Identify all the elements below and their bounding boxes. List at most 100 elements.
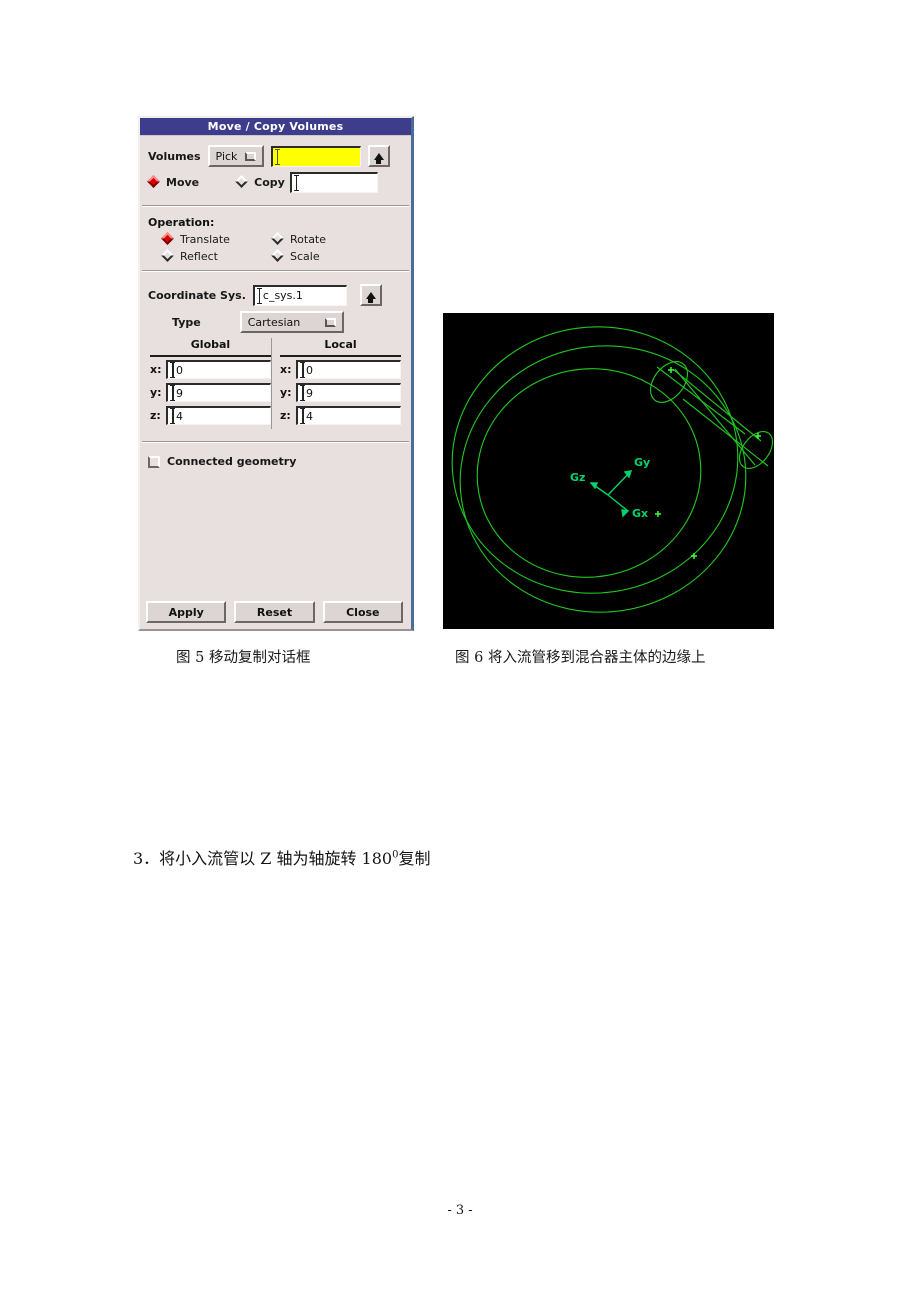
connected-geometry-label: Connected geometry [167,455,297,468]
volumes-row: Volumes Pick [148,145,403,167]
local-column: Local x: 0 y: 9 z: 4 [271,338,401,429]
divider [142,441,409,443]
figure-5-caption: 图 5 移动复制对话框 [176,650,311,666]
copy-count-input[interactable] [289,172,378,193]
reset-button[interactable]: Reset [234,601,315,623]
inflow-pipe [649,361,774,469]
vertex-marker [668,367,674,373]
global-x-value: 0 [176,363,183,377]
close-button-label: Close [346,605,380,619]
global-x-input[interactable]: 0 [166,360,271,379]
global-z-label: z: [150,409,161,422]
global-y-value: 9 [176,386,183,400]
coordinate-sys-label: Coordinate Sys. [148,288,246,302]
text-caret-icon [256,287,262,304]
axis-label-gx: Gx [632,507,648,520]
document-page: Move / Copy Volumes Volumes Pick Move Co… [0,0,920,1302]
operation-radio-translate[interactable]: Translate [161,232,248,246]
move-radio[interactable]: Move [147,175,200,189]
body-step-prefix: 3．将小入流管以 Z 轴为轴旋转 180 [133,849,393,868]
volumes-section: Volumes Pick Move Copy [140,136,411,202]
operation-radio-scale[interactable]: Scale [271,249,320,263]
copy-radio-diamond-icon [235,175,249,189]
global-y-input[interactable]: 9 [166,383,271,402]
type-option-button[interactable]: Cartesian [239,311,344,333]
global-y-label: y: [150,386,162,399]
copy-radio[interactable]: Copy [235,175,285,189]
local-x-label: x: [280,363,292,376]
translate-radio-diamond-icon [161,232,175,246]
divider [142,205,409,207]
type-label: Type [172,315,201,329]
global-column: Global x: 0 y: 9 z: 4 [150,338,271,429]
coordinate-table: Global x: 0 y: 9 z: 4 Local x: 0 y: 9 z:… [148,338,403,429]
local-z-value: 4 [306,409,313,423]
text-caret-icon [300,408,305,424]
type-option-label: Cartesian [247,315,301,329]
operation-title: Operation: [148,216,215,229]
pipe-silhouette-b [674,368,756,466]
option-menu-indicator-icon [324,317,336,327]
column-rule [150,355,271,357]
reflect-radio-diamond-icon [161,249,175,263]
connected-geometry-row[interactable]: Connected geometry [148,455,403,468]
local-z-label: z: [280,409,291,422]
operation-label-translate: Translate [180,233,230,246]
local-x-row: x: 0 [280,360,401,379]
page-number: - 3 - [447,1203,473,1218]
text-caret-icon [170,408,175,424]
axis-gx-arrowhead [621,509,630,518]
operation-radio-rotate[interactable]: Rotate [271,232,327,246]
figure-row: Move / Copy Volumes Volumes Pick Move Co… [0,0,920,700]
pick-option-button[interactable]: Pick [207,145,264,167]
close-button[interactable]: Close [322,601,403,623]
operation-radio-reflect[interactable]: Reflect [161,249,248,263]
apply-button[interactable]: Apply [146,601,227,623]
global-z-row: z: 4 [150,406,271,425]
coordinate-sys-up-arrow-button[interactable] [359,284,382,306]
global-z-input[interactable]: 4 [166,406,271,425]
axis-triad: Gy Gz Gx [570,456,650,520]
axis-label-gy: Gy [634,456,650,469]
text-caret-icon [170,362,175,378]
operation-label-scale: Scale [290,250,320,263]
dialog-title: Move / Copy Volumes [207,120,344,133]
move-radio-diamond-icon [147,175,161,189]
move-radio-label: Move [166,176,200,189]
volumes-up-arrow-button[interactable] [367,145,390,167]
local-z-input[interactable]: 4 [296,406,401,425]
connected-geometry-section: Connected geometry [140,446,411,477]
global-x-label: x: [150,363,162,376]
figure-6-caption: 图 6 将入流管移到混合器主体的边缘上 [455,650,706,666]
up-arrow-icon [365,291,376,303]
text-caret-icon [300,362,305,378]
reset-button-label: Reset [256,605,293,619]
volumes-label: Volumes [148,149,201,163]
volumes-pick-input[interactable] [270,145,361,167]
body-step-suffix: 复制 [398,849,431,868]
local-x-input[interactable]: 0 [296,360,401,379]
local-y-label: y: [280,386,292,399]
scale-radio-diamond-icon [271,249,285,263]
global-header: Global [190,338,231,351]
outer-circle-bottom [459,345,747,613]
local-y-input[interactable]: 9 [296,383,401,402]
global-z-value: 4 [176,409,183,423]
connected-geometry-checkbox-icon[interactable] [148,455,160,468]
coordinate-sys-input[interactable]: c_sys.1 [252,284,347,306]
inner-circle-top [476,368,702,578]
local-x-value: 0 [306,363,313,377]
mixer-body-wireframe [451,326,747,613]
axis-label-gz: Gz [570,471,585,484]
apply-button-label: Apply [168,605,204,619]
rotate-radio-diamond-icon [271,232,285,246]
operation-label-reflect: Reflect [180,250,218,263]
operation-label-rotate: Rotate [290,233,327,246]
axis-gx-line [607,494,629,512]
column-rule [280,355,401,357]
text-caret-icon [300,385,305,401]
local-y-value: 9 [306,386,313,400]
pick-option-label: Pick [215,149,238,163]
up-arrow-icon [373,152,384,164]
geometry-viewport[interactable]: Gy Gz Gx [443,313,774,629]
